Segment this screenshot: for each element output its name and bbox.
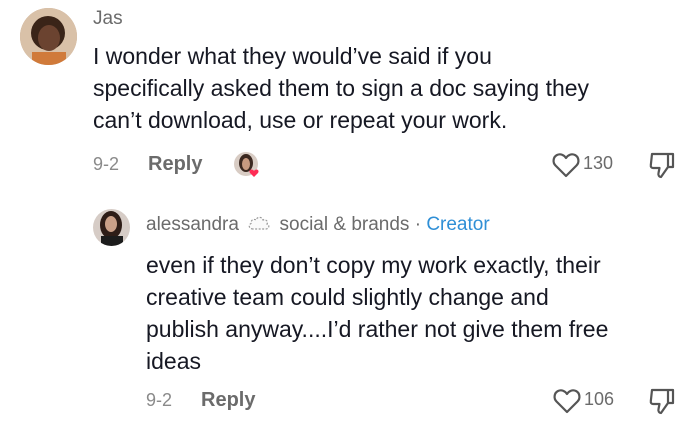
comment-text-line: publish anyway....I’d rather not give th… [146, 316, 609, 342]
like-button[interactable]: 106 [553, 386, 623, 416]
avatar-photo-icon [20, 8, 77, 65]
avatar[interactable] [93, 209, 130, 246]
reply-button[interactable]: Reply [201, 389, 255, 412]
comment-text: even if they don’t copy my work exactly,… [146, 249, 686, 377]
like-count: 130 [583, 153, 614, 173]
creator-badge: Creator [426, 214, 490, 235]
avatar[interactable] [20, 8, 77, 65]
reply-button[interactable]: Reply [148, 153, 202, 176]
dislike-button[interactable] [648, 386, 676, 416]
comment-text-line: even if they don’t copy my work exactly,… [146, 252, 601, 278]
comment-username[interactable]: Jas [93, 8, 123, 30]
like-button[interactable]: 130 [552, 150, 622, 180]
comment-text-line: specifically asked them to sign a doc sa… [93, 75, 590, 101]
comment-text-line: I wonder what they would’ve said if you [93, 43, 492, 69]
comment-text: I wonder what they would’ve said if you … [93, 40, 683, 136]
heart-outline-icon [553, 389, 581, 414]
separator-dot: · [414, 214, 422, 235]
comment-username-suffix: social & brands [279, 214, 410, 235]
avatar-photo-icon [93, 209, 130, 246]
comment-username-row: alessandra social & brands · Creator [146, 213, 490, 236]
comment-text-line: can’t download, use or repeat your work. [93, 107, 508, 133]
creator-liked-avatar-icon [233, 151, 263, 181]
comment-text-line: creative team could slightly change and [146, 284, 549, 310]
heart-outline-icon [552, 153, 580, 178]
thumbs-down-outline-icon [649, 388, 675, 415]
comment-text-line: ideas [146, 348, 201, 374]
comment-date: 9-2 [93, 154, 120, 174]
dislike-button[interactable] [648, 150, 676, 180]
comment-date: 9-2 [146, 390, 173, 410]
thumbs-down-outline-icon [649, 152, 675, 179]
cloud-emoji-icon [248, 216, 270, 230]
comment-username[interactable]: alessandra [146, 214, 239, 235]
like-count: 106 [584, 389, 615, 409]
